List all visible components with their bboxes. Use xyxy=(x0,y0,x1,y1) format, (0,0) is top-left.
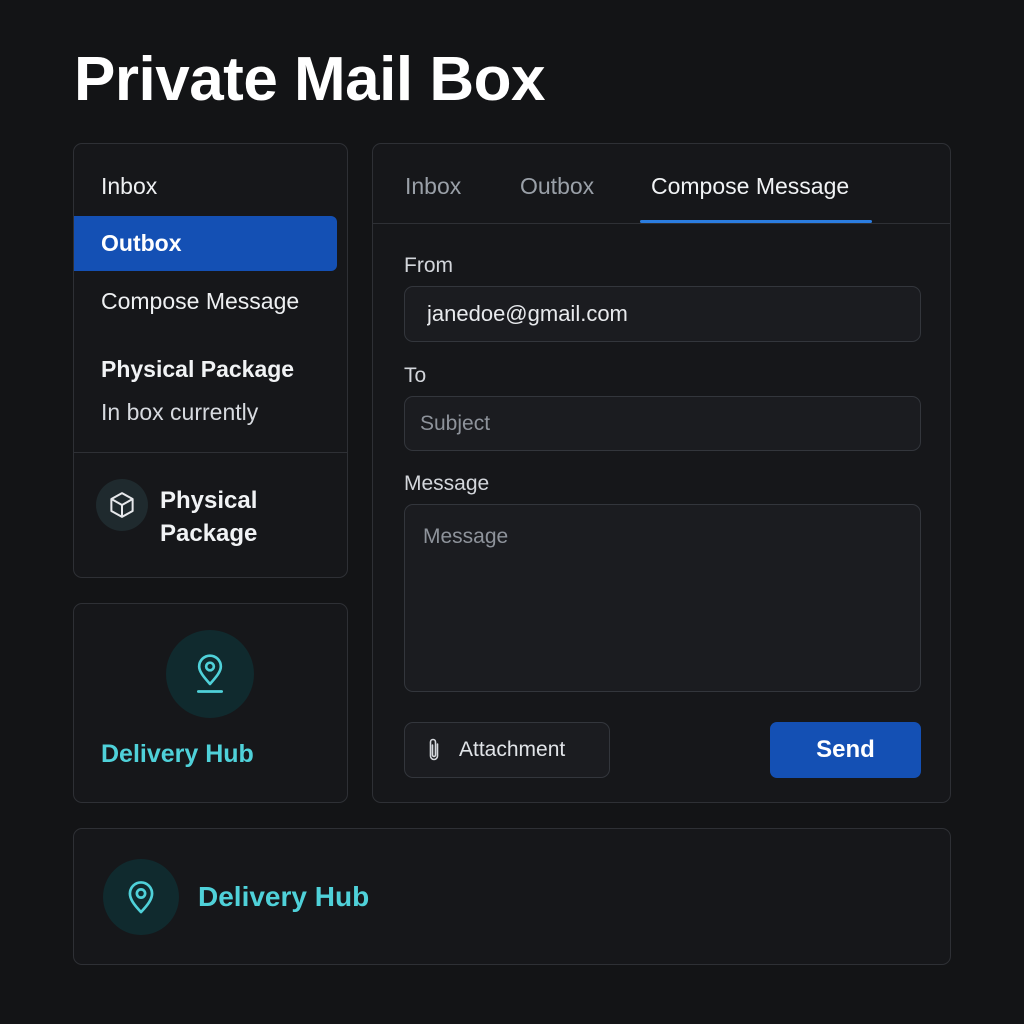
tab-compose-message[interactable]: Compose Message xyxy=(651,173,849,200)
tab-inbox[interactable]: Inbox xyxy=(405,173,461,200)
compose-panel: Inbox Outbox Compose Message From To Mes… xyxy=(372,143,951,803)
package-title: Physical Package xyxy=(101,356,295,382)
delivery-hub-bar[interactable]: Delivery Hub xyxy=(73,828,951,965)
paperclip-icon xyxy=(427,737,441,763)
to-field[interactable] xyxy=(404,396,921,451)
map-pin-icon xyxy=(166,630,254,718)
attachment-label: Attachment xyxy=(459,738,566,761)
from-label: From xyxy=(404,254,453,277)
message-label: Message xyxy=(404,472,490,495)
sidebar-item-outbox[interactable]: Outbox xyxy=(74,216,337,271)
delivery-hub-label: Delivery Hub xyxy=(198,881,370,912)
attachment-button[interactable]: Attachment xyxy=(404,722,610,778)
page-title: Private Mail Box xyxy=(74,45,545,114)
map-pin-icon xyxy=(103,859,179,935)
package-status: In box currently xyxy=(101,399,259,425)
active-tab-indicator xyxy=(640,220,872,223)
tab-outbox[interactable]: Outbox xyxy=(520,173,594,200)
divider xyxy=(74,452,347,453)
delivery-hub-label: Delivery Hub xyxy=(101,740,254,768)
message-textarea[interactable] xyxy=(404,504,921,692)
sidebar-item-label: Outbox xyxy=(101,230,182,256)
send-button[interactable]: Send xyxy=(770,722,921,778)
tab-bar: Inbox Outbox Compose Message xyxy=(373,144,950,224)
sidebar-item-compose[interactable]: Compose Message xyxy=(74,274,337,329)
sidebar-item-inbox[interactable]: Inbox xyxy=(74,159,337,214)
to-label: To xyxy=(404,364,427,387)
from-field[interactable] xyxy=(404,286,921,342)
delivery-hub-card[interactable]: Delivery Hub xyxy=(73,603,348,803)
sidebar-nav: Inbox Outbox Compose Message Physical Pa… xyxy=(73,143,348,578)
package-badge-label: Physical Package xyxy=(160,487,258,547)
package-icon xyxy=(96,479,148,531)
page: Private Mail Box Inbox Outbox Compose Me… xyxy=(0,0,1024,1024)
sidebar-item-label: Compose Message xyxy=(101,288,300,314)
sidebar-item-label: Inbox xyxy=(101,173,158,199)
